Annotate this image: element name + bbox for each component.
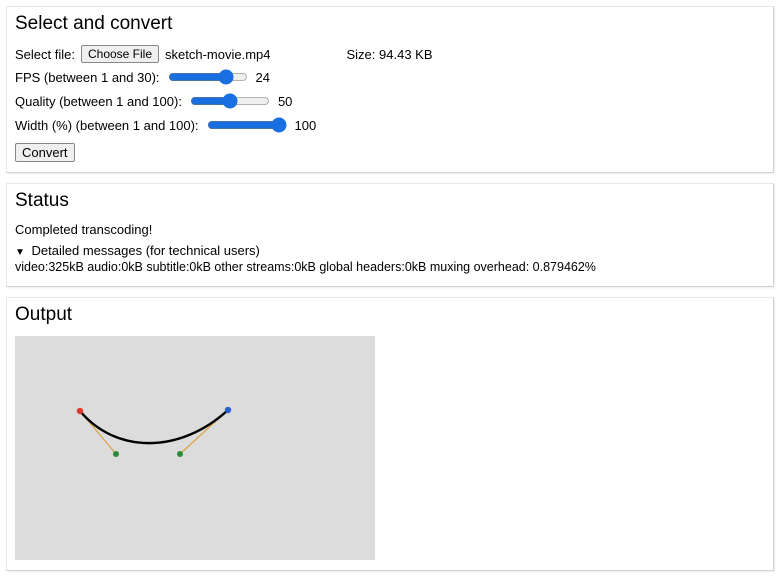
status-panel: Status Completed transcoding! Detailed m…	[6, 183, 774, 287]
details-summary-text: Detailed messages (for technical users)	[32, 243, 260, 258]
select-title: Select and convert	[15, 13, 765, 35]
file-label: Select file:	[15, 47, 75, 62]
width-label: Width (%) (between 1 and 100):	[15, 118, 199, 133]
convert-button[interactable]: Convert	[15, 143, 75, 162]
width-row: Width (%) (between 1 and 100): 100	[15, 115, 765, 135]
file-row: Select file: Choose File sketch-movie.mp…	[15, 45, 765, 63]
fps-slider[interactable]	[168, 69, 248, 85]
fps-row: FPS (between 1 and 30): 24	[15, 67, 765, 87]
bezier-preview-svg	[15, 336, 375, 560]
quality-value: 50	[278, 94, 292, 109]
details-summary[interactable]: Detailed messages (for technical users)	[15, 243, 765, 258]
width-value: 100	[295, 118, 317, 133]
control-point-1	[113, 451, 119, 457]
size-label: Size:	[347, 47, 376, 62]
size-block: Size: 94.43 KB	[347, 47, 433, 62]
choose-file-button[interactable]: Choose File	[81, 45, 159, 63]
fps-value: 24	[256, 70, 270, 85]
filename-text: sketch-movie.mp4	[165, 47, 270, 62]
quality-label: Quality (between 1 and 100):	[15, 94, 182, 109]
output-panel: Output	[6, 297, 774, 571]
status-title: Status	[15, 190, 765, 212]
select-panel: Select and convert Select file: Choose F…	[6, 6, 774, 173]
end-point	[225, 406, 231, 412]
status-message: Completed transcoding!	[15, 222, 765, 237]
quality-row: Quality (between 1 and 100): 50	[15, 91, 765, 111]
details-disclosure[interactable]: Detailed messages (for technical users) …	[15, 243, 765, 276]
output-title: Output	[15, 304, 765, 326]
start-point	[77, 407, 83, 413]
fps-label: FPS (between 1 and 30):	[15, 70, 160, 85]
output-preview	[15, 336, 375, 560]
size-value: 94.43 KB	[379, 47, 433, 62]
details-body: video:325kB audio:0kB subtitle:0kB other…	[15, 260, 765, 276]
control-point-2	[177, 451, 183, 457]
quality-slider[interactable]	[190, 93, 270, 109]
width-slider[interactable]	[207, 117, 287, 133]
